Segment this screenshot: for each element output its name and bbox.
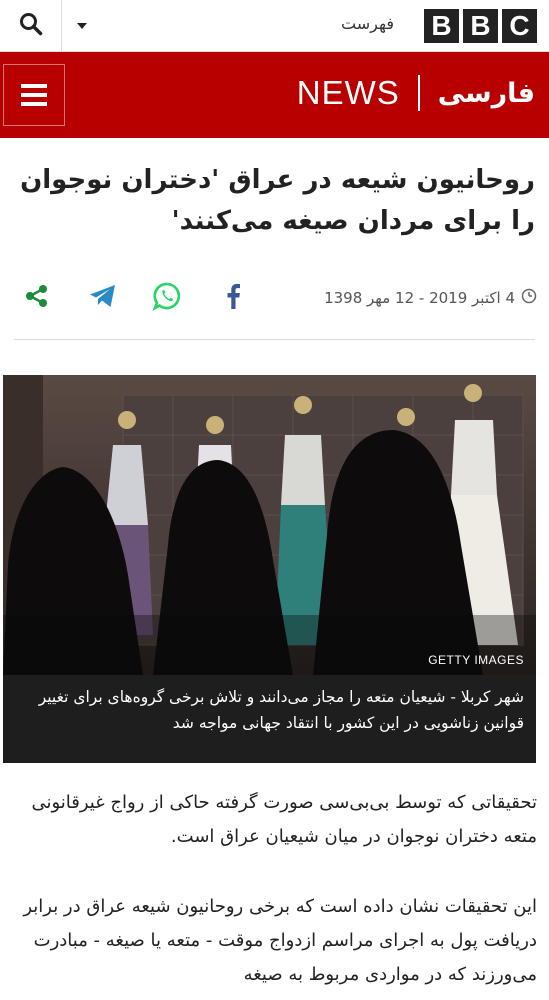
top-bar: فهرست B B C (0, 0, 549, 52)
hamburger-menu-button[interactable] (3, 64, 65, 126)
logo-letter: C (502, 9, 537, 43)
brand-news: NEWS (296, 74, 400, 111)
share-icon (24, 283, 50, 313)
clock-icon (521, 288, 537, 308)
article-paragraph: تحقیقاتی که توسط بی‌بی‌سی صورت گرفته حاک… (31, 792, 537, 847)
date-text: 4 اکتبر 2019 - 12 مهر 1398 (324, 289, 515, 307)
telegram-icon (89, 284, 117, 312)
telegram-share-button[interactable] (86, 282, 120, 314)
logo-letter: B (463, 9, 498, 43)
article-headline: روحانیون شیعه در عراق 'دختران نوجوان را … (20, 165, 535, 236)
brand-language: فارسی (437, 77, 535, 109)
search-icon (19, 12, 43, 40)
menu-label: فهرست (341, 14, 394, 33)
menu-dropdown[interactable]: فهرست (63, 0, 408, 52)
caret-down-icon (77, 23, 87, 29)
brand-link[interactable]: NEWS فارسی (297, 74, 535, 112)
article-image: GETTY IMAGES (3, 375, 536, 675)
article-paragraph: این تحقیقات نشان داده است که برخی روحانی… (23, 896, 537, 985)
share-button[interactable] (20, 282, 54, 314)
logo-letter: B (424, 9, 459, 43)
hamburger-icon-line (21, 93, 47, 97)
hamburger-icon-line (21, 84, 47, 88)
whatsapp-share-button[interactable] (150, 282, 184, 314)
facebook-share-button[interactable] (216, 282, 250, 314)
hamburger-icon-line (21, 102, 47, 106)
facebook-icon (225, 283, 241, 313)
whatsapp-icon (152, 281, 182, 315)
share-tools (20, 282, 250, 314)
image-caption: شهر کربلا - شیعیان متعه را مجاز می‌دانند… (3, 675, 536, 763)
search-button[interactable] (0, 0, 62, 52)
brand-bar: NEWS فارسی (0, 52, 549, 138)
bbc-logo[interactable]: B B C (424, 9, 537, 43)
article-date: 4 اکتبر 2019 - 12 مهر 1398 (324, 288, 537, 308)
brand-divider (417, 75, 420, 111)
image-credit: GETTY IMAGES (428, 653, 524, 667)
divider (14, 339, 535, 340)
